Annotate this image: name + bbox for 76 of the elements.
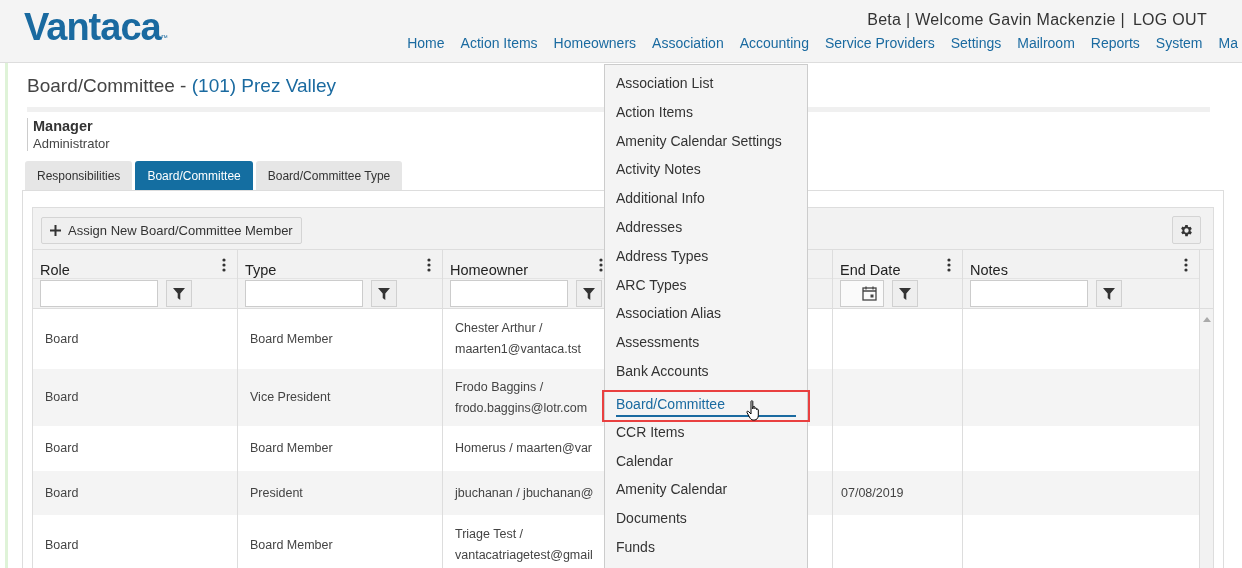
column-header[interactable]: Homeowner [450,262,529,278]
settings-button[interactable] [1172,216,1201,244]
menu-item[interactable]: Action Items [605,101,807,131]
filter-button[interactable] [371,280,397,307]
filter-icon [1103,287,1115,300]
menu-item[interactable]: Activity Notes [605,159,807,189]
menu-item[interactable]: Address Types [605,245,807,275]
menu-item[interactable]: Amenity Calendar [605,479,807,509]
filter-input[interactable] [450,280,568,307]
filter-button[interactable] [576,280,602,307]
date-filter-field[interactable] [840,280,884,307]
nav-link[interactable]: Reports [1090,35,1140,51]
menu-item[interactable]: CCR Items [605,421,807,451]
nav-link[interactable]: Action Items [460,35,538,51]
welcome-text: Beta | Welcome Gavin Mackenzie | [867,11,1125,29]
table-cell-text: Chester Arthur / maarten1@vantaca.tst [454,320,582,358]
table-cell: Board Member [238,515,443,568]
nav-link[interactable]: Homeowners [553,35,637,51]
scroll-up-icon [1202,317,1211,322]
settings-icon [1179,222,1194,238]
tab[interactable]: Board/Committee [135,161,253,190]
menu-item[interactable]: Funds [605,536,807,566]
tab[interactable]: Board/Committee Type [255,161,403,190]
tab[interactable]: Responsibilities [25,161,133,190]
nav-link[interactable]: Accounting [739,35,809,51]
column-menu-icon[interactable] [599,258,603,272]
menu-item[interactable]: Additional Info [605,188,807,217]
nav-link[interactable]: Ma [1218,35,1238,51]
table-cell-text: 07/08/2019 [841,484,904,502]
nav-link[interactable]: Service Providers [824,35,935,51]
nav-link[interactable]: Home [407,35,445,51]
menu-item[interactable]: ARC Types [605,274,807,304]
page-title: Board/Committee - [27,75,188,96]
table-cell-text: Homerus / maarten@var [454,440,594,457]
filter-button[interactable] [1096,280,1122,307]
table-cell-text: Triage Test / vantacatriagetest@gmail [454,526,594,564]
manager-value: Administrator [33,136,110,151]
table-cell: Board [33,515,238,568]
nav-link[interactable]: Settings [950,35,1002,51]
menu-item[interactable]: Documents [605,508,807,537]
column-header[interactable]: Role [40,262,70,278]
table-cell-text: jbuchanan / jbuchanan@ [453,484,595,502]
logout-link[interactable]: LOG OUT [1132,11,1207,29]
manager-label: Manager [33,118,93,134]
column-menu-icon[interactable] [427,258,431,272]
calendar-icon [862,286,877,301]
filter-input[interactable] [970,280,1088,307]
menu-item[interactable]: Amenity Calendar Settings [605,130,807,160]
column-menu-icon[interactable] [947,258,951,272]
plus-icon [50,224,61,236]
menu-item[interactable]: Calendar [605,450,807,480]
menu-item[interactable]: Assessments [605,332,807,361]
filter-icon [899,287,911,300]
table-cell-text: Frodo Baggins / frodo.baggins@lotr.com [454,378,589,417]
filter-icon [173,287,185,300]
column-header[interactable]: Type [245,262,277,278]
menu-item[interactable]: Association Alias [605,303,807,333]
column-menu-icon[interactable] [222,258,226,272]
association-name-link[interactable]: (101) Prez Valley [191,75,337,96]
menu-item[interactable]: Addresses [605,217,807,246]
filter-input[interactable] [245,280,363,307]
column-header[interactable]: End Date [840,262,901,278]
filter-icon [583,287,595,300]
menu-item[interactable]: Association List [605,73,807,102]
filter-button[interactable] [166,280,192,307]
assign-member-button[interactable]: Assign New Board/Committee Member [41,216,302,244]
filter-button[interactable] [892,280,918,307]
nav-link[interactable]: Association [652,35,724,51]
filter-icon [378,287,390,300]
column-menu-icon[interactable] [1184,258,1188,272]
nav-link[interactable]: Mailroom [1017,35,1075,51]
filter-input[interactable] [40,280,158,307]
column-header[interactable]: Notes [970,262,1008,278]
menu-item[interactable]: Bank Accounts [605,360,807,390]
nav-link[interactable]: System [1155,35,1203,51]
hand-cursor-icon [746,399,762,422]
